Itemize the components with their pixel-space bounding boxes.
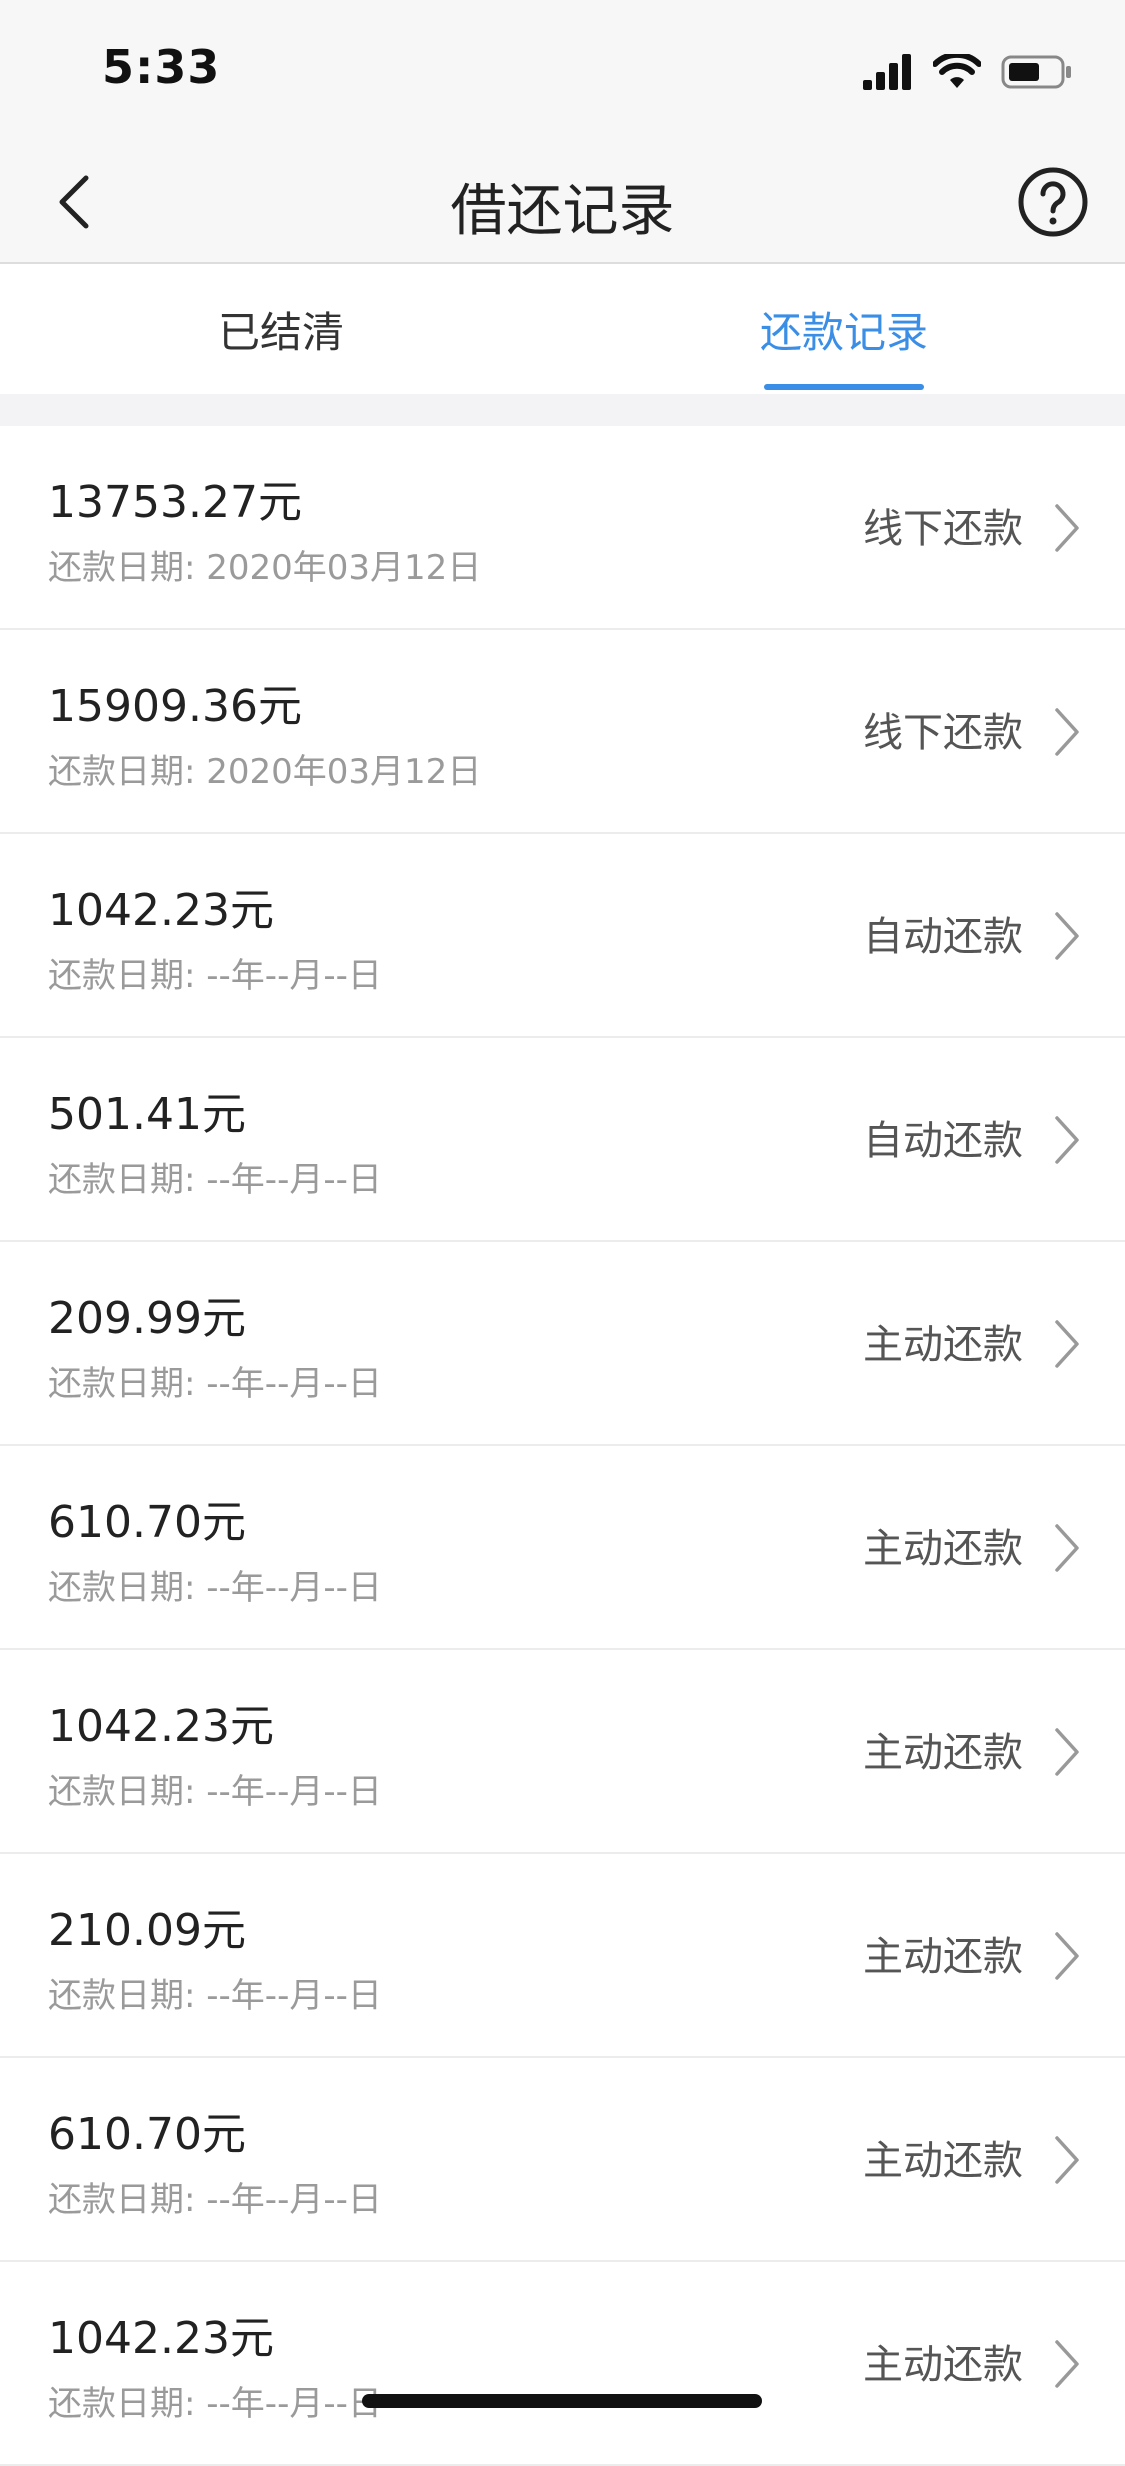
question-circle-icon xyxy=(1018,167,1088,237)
record-date: 还款日期: --年--月--日 xyxy=(48,1364,382,1404)
record-type: 主动还款 xyxy=(863,1322,1023,1368)
record-amount: 15909.36元 xyxy=(48,681,302,732)
chevron-right-icon xyxy=(1055,1116,1079,1164)
list-item[interactable]: 1042.23元 还款日期: --年--月--日 主动还款 xyxy=(0,2262,1125,2466)
chevron-right-icon xyxy=(1055,2340,1079,2388)
record-type: 主动还款 xyxy=(863,1730,1023,1776)
record-amount: 610.70元 xyxy=(48,1497,246,1548)
tab-settled[interactable]: 已结清 xyxy=(0,264,562,394)
battery-icon xyxy=(1001,55,1071,89)
nav-bar: 借还记录 xyxy=(0,140,1125,264)
record-type: 线下还款 xyxy=(863,710,1023,756)
tab-repayment-records[interactable]: 还款记录 xyxy=(563,264,1125,394)
page-title: 借还记录 xyxy=(450,179,675,244)
status-bar: 5:33 xyxy=(0,0,1125,140)
chevron-right-icon xyxy=(1055,504,1079,552)
status-icons xyxy=(863,50,1073,94)
tab-bar: 已结清 还款记录 xyxy=(0,264,1125,394)
record-date: 还款日期: --年--月--日 xyxy=(48,956,382,996)
chevron-right-icon xyxy=(1055,1728,1079,1776)
signal-icon xyxy=(863,54,911,90)
list-item[interactable]: 210.09元 还款日期: --年--月--日 主动还款 xyxy=(0,1854,1125,2058)
record-date: 还款日期: --年--月--日 xyxy=(48,1568,382,1608)
record-amount: 209.99元 xyxy=(48,1293,246,1344)
record-type: 线下还款 xyxy=(863,506,1023,552)
home-indicator[interactable] xyxy=(362,2394,762,2408)
list-item[interactable]: 209.99元 还款日期: --年--月--日 主动还款 xyxy=(0,1242,1125,1446)
record-amount: 610.70元 xyxy=(48,2109,246,2160)
record-date: 还款日期: --年--月--日 xyxy=(48,1976,382,2016)
list-item[interactable]: 15909.36元 还款日期: 2020年03月12日 线下还款 xyxy=(0,630,1125,834)
record-amount: 13753.27元 xyxy=(48,477,302,528)
repayment-list: 13753.27元 还款日期: 2020年03月12日 线下还款 15909.3… xyxy=(0,426,1125,2466)
record-date: 还款日期: 2020年03月12日 xyxy=(48,548,482,588)
record-amount: 1042.23元 xyxy=(48,2313,274,2364)
chevron-right-icon xyxy=(1055,912,1079,960)
record-amount: 1042.23元 xyxy=(48,885,274,936)
list-item[interactable]: 1042.23元 还款日期: --年--月--日 自动还款 xyxy=(0,834,1125,1038)
chevron-right-icon xyxy=(1055,1932,1079,1980)
record-type: 主动还款 xyxy=(863,1526,1023,1572)
record-date: 还款日期: --年--月--日 xyxy=(48,2384,382,2424)
status-time: 5:33 xyxy=(102,40,221,94)
section-gap xyxy=(0,394,1125,427)
record-amount: 501.41元 xyxy=(48,1089,246,1140)
record-type: 主动还款 xyxy=(863,2342,1023,2388)
chevron-right-icon xyxy=(1055,2136,1079,2184)
list-item[interactable]: 610.70元 还款日期: --年--月--日 主动还款 xyxy=(0,2058,1125,2262)
list-item[interactable]: 610.70元 还款日期: --年--月--日 主动还款 xyxy=(0,1446,1125,1650)
record-date: 还款日期: --年--月--日 xyxy=(48,1160,382,1200)
list-item[interactable]: 501.41元 还款日期: --年--月--日 自动还款 xyxy=(0,1038,1125,1242)
record-type: 自动还款 xyxy=(863,1118,1023,1164)
record-type: 自动还款 xyxy=(863,914,1023,960)
record-date: 还款日期: --年--月--日 xyxy=(48,2180,382,2220)
chevron-right-icon xyxy=(1055,1524,1079,1572)
record-amount: 1042.23元 xyxy=(48,1701,274,1752)
list-item[interactable]: 1042.23元 还款日期: --年--月--日 主动还款 xyxy=(0,1650,1125,1854)
tab-active-indicator xyxy=(764,384,924,390)
chevron-right-icon xyxy=(1055,708,1079,756)
list-item[interactable]: 13753.27元 还款日期: 2020年03月12日 线下还款 xyxy=(0,426,1125,630)
record-date: 还款日期: --年--月--日 xyxy=(48,1772,382,1812)
record-amount: 210.09元 xyxy=(48,1905,246,1956)
record-type: 主动还款 xyxy=(863,1934,1023,1980)
record-type: 主动还款 xyxy=(863,2138,1023,2184)
wifi-icon xyxy=(933,54,981,88)
help-button[interactable] xyxy=(1011,160,1095,244)
record-date: 还款日期: 2020年03月12日 xyxy=(48,752,482,792)
chevron-right-icon xyxy=(1055,1320,1079,1368)
